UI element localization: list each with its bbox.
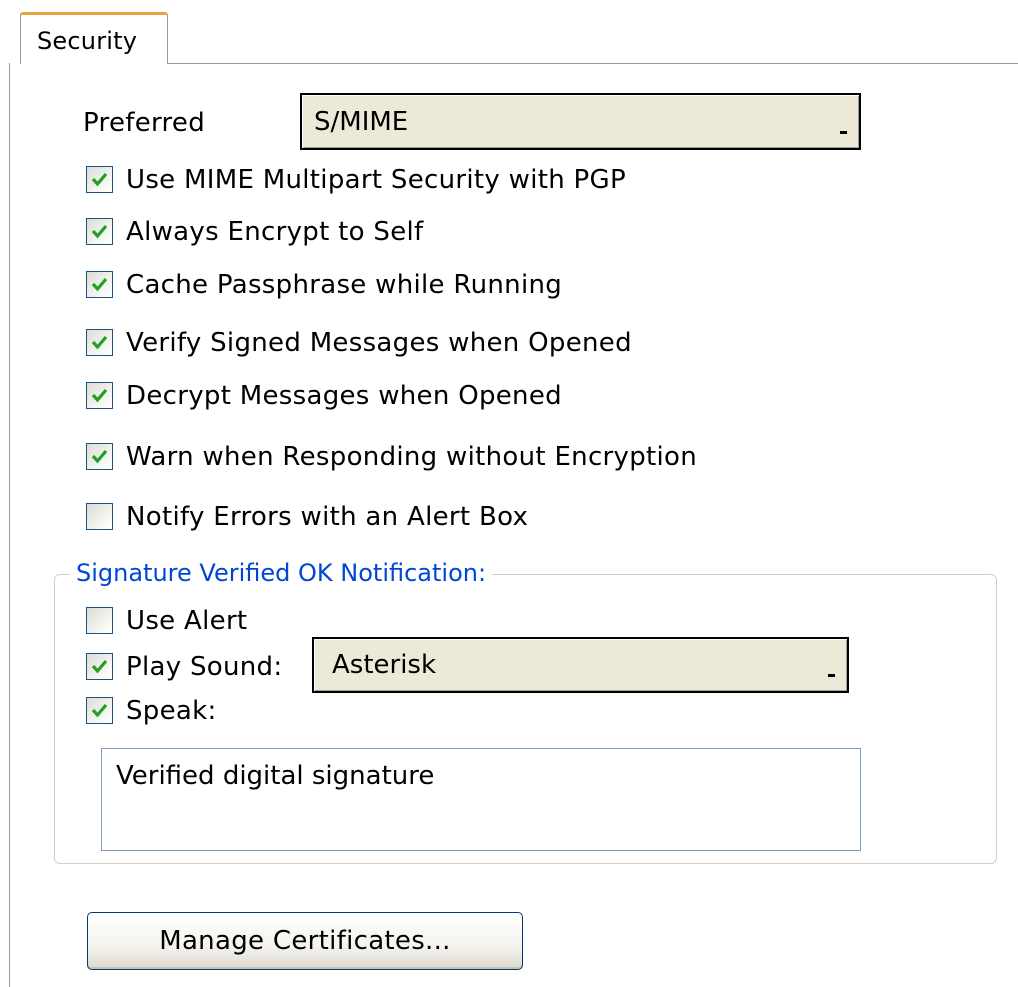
option-label: Always Encrypt to Self — [126, 217, 424, 247]
checkmark-icon — [91, 659, 108, 674]
group-title: Signature Verified OK Notification: — [70, 559, 493, 587]
panel-left-border — [9, 63, 10, 987]
preferred-select-value: S/MIME — [314, 106, 409, 137]
chevron-down-icon — [828, 674, 835, 677]
checkbox[interactable] — [86, 443, 113, 470]
option-label: Cache Passphrase while Running — [126, 270, 563, 300]
checkmark-icon — [91, 388, 108, 403]
checkbox[interactable] — [86, 503, 113, 530]
option-label: Play Sound: — [126, 652, 283, 682]
option-label: Warn when Responding without Encryption — [126, 442, 698, 472]
sound-select[interactable]: Asterisk — [312, 637, 849, 693]
checkbox[interactable] — [86, 607, 113, 634]
checkmark-icon — [91, 449, 108, 464]
checkbox[interactable] — [86, 271, 113, 298]
checkbox[interactable] — [86, 329, 113, 356]
checkmark-icon — [91, 703, 108, 718]
checkmark-icon — [91, 335, 108, 350]
checkbox[interactable] — [86, 697, 113, 724]
speak-text-field[interactable]: Verified digital signature — [101, 748, 861, 851]
option-label: Use MIME Multipart Security with PGP — [126, 165, 626, 195]
checkbox[interactable] — [86, 218, 113, 245]
option-label: Notify Errors with an Alert Box — [126, 502, 529, 532]
checkbox[interactable] — [86, 166, 113, 193]
checkbox[interactable] — [86, 382, 113, 409]
tab-security[interactable]: Security — [20, 12, 168, 64]
checkbox[interactable] — [86, 653, 113, 680]
preferred-select[interactable]: S/MIME — [300, 93, 861, 150]
speak-text-value: Verified digital signature — [116, 761, 435, 791]
preferred-label: Preferred — [83, 108, 206, 138]
option-label: Speak: — [126, 696, 217, 726]
option-label: Decrypt Messages when Opened — [126, 381, 562, 411]
option-label: Verify Signed Messages when Opened — [126, 328, 632, 358]
checkmark-icon — [91, 172, 108, 187]
manage-certificates-button[interactable]: Manage Certificates... — [87, 912, 523, 970]
option-label: Use Alert — [126, 606, 248, 636]
sound-select-value: Asterisk — [332, 650, 437, 680]
tab-strip-divider — [167, 63, 1018, 64]
checkmark-icon — [91, 224, 108, 239]
manage-certificates-label: Manage Certificates... — [159, 926, 451, 956]
tab-label: Security — [37, 27, 138, 55]
checkmark-icon — [91, 277, 108, 292]
chevron-down-icon — [840, 131, 847, 134]
